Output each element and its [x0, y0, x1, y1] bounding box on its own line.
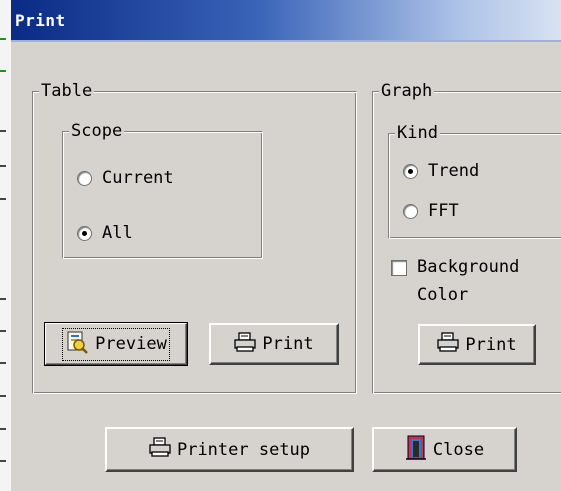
printer-icon	[149, 437, 171, 462]
scope-group-label: Scope	[69, 121, 125, 141]
strip-tick	[0, 362, 6, 364]
table-groupbox: Table Scope Current All Preview Print	[32, 81, 357, 394]
print-dialog: Print Table Scope Current All Preview Pr…	[11, 0, 561, 491]
table-group-label: Table	[39, 81, 95, 101]
kind-group-label: Kind	[395, 123, 440, 143]
background-color-label-line2[interactable]: Color	[417, 282, 468, 308]
background-color-label-line1[interactable]: Background	[417, 254, 519, 280]
background-color-checkbox[interactable]	[391, 260, 407, 276]
graph-groupbox: Graph Kind Trend FFT Background Color Pr…	[372, 81, 561, 394]
radio-trend[interactable]: Trend	[403, 161, 479, 181]
graph-print-button-label: Print	[465, 334, 517, 355]
printer-setup-button[interactable]: Printer setup	[105, 427, 354, 472]
radio-all-indicator[interactable]	[77, 225, 92, 241]
radio-current-indicator[interactable]	[77, 170, 92, 186]
scope-groupbox: Scope Current All	[62, 121, 263, 259]
kind-groupbox: Kind Trend FFT	[388, 123, 561, 239]
close-button-label: Close	[432, 439, 485, 460]
graph-group-label: Graph	[379, 81, 435, 101]
radio-all[interactable]: All	[77, 223, 133, 243]
strip-tick	[0, 130, 6, 132]
preview-button-label: Preview	[95, 334, 167, 354]
preview-button[interactable]: Preview	[44, 322, 188, 366]
window-title: Print	[15, 11, 66, 30]
strip-tick	[0, 428, 6, 430]
radio-fft-label: FFT	[428, 201, 459, 221]
table-print-button-label: Print	[262, 334, 314, 354]
printer-icon	[437, 332, 460, 357]
strip-tick	[0, 198, 6, 200]
radio-fft-indicator[interactable]	[403, 203, 418, 219]
radio-current-label: Current	[102, 168, 174, 188]
radio-all-label: All	[102, 223, 133, 243]
close-button[interactable]: Close	[372, 427, 517, 472]
printer-setup-button-label: Printer setup	[176, 439, 311, 460]
title-bar[interactable]: Print	[11, 0, 561, 42]
strip-tick	[0, 298, 6, 300]
radio-current[interactable]: Current	[77, 168, 174, 188]
table-print-button[interactable]: Print	[209, 323, 339, 365]
strip-tick	[0, 330, 6, 332]
radio-trend-label: Trend	[428, 161, 480, 181]
radio-fft[interactable]: FFT	[403, 201, 459, 221]
preview-icon	[65, 330, 89, 359]
strip-tick	[0, 395, 6, 397]
strip-tick	[0, 460, 6, 462]
graph-print-button[interactable]: Print	[418, 324, 536, 365]
radio-trend-indicator[interactable]	[403, 163, 418, 179]
door-exit-icon	[405, 434, 427, 465]
strip-tick	[0, 70, 6, 72]
preview-button-focus: Preview	[62, 327, 170, 361]
printer-icon	[234, 331, 257, 357]
strip-tick	[0, 165, 6, 167]
strip-tick	[0, 38, 6, 40]
